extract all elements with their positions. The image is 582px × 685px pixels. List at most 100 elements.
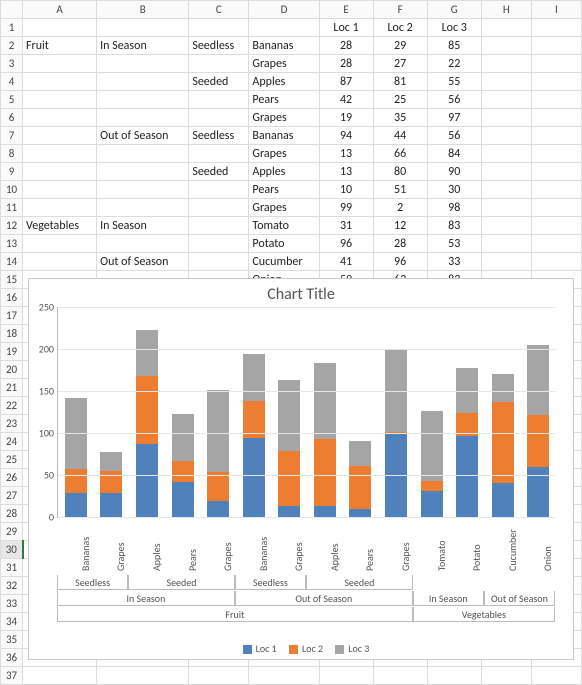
row-header[interactable]: 22 [1, 397, 23, 415]
row-header[interactable]: 29 [1, 523, 23, 541]
cell[interactable]: Loc 2 [373, 19, 427, 37]
cell[interactable]: 97 [427, 109, 481, 127]
cell[interactable] [97, 73, 189, 91]
cell[interactable] [97, 109, 189, 127]
cell[interactable] [481, 163, 531, 181]
cell[interactable]: 90 [427, 163, 481, 181]
column-header[interactable]: A [23, 1, 97, 19]
row-header[interactable]: 25 [1, 451, 23, 469]
row-header[interactable]: 18 [1, 325, 23, 343]
row-header[interactable]: 17 [1, 307, 23, 325]
cell[interactable] [23, 19, 97, 37]
cell[interactable] [481, 253, 531, 271]
cell[interactable]: Out of Season [97, 127, 189, 145]
cell[interactable] [23, 667, 97, 685]
cell[interactable]: 41 [319, 253, 373, 271]
cell[interactable]: 83 [427, 217, 481, 235]
cell[interactable] [97, 181, 189, 199]
cell[interactable] [531, 163, 581, 181]
cell[interactable]: Loc 1 [319, 19, 373, 37]
cell[interactable]: 85 [427, 37, 481, 55]
cell[interactable] [189, 145, 249, 163]
cell[interactable] [189, 235, 249, 253]
row-header[interactable]: 8 [1, 145, 23, 163]
row-header[interactable]: 23 [1, 415, 23, 433]
row[interactable]: 9SeededApples138090 [1, 163, 582, 181]
column-header[interactable]: C [189, 1, 249, 19]
cell[interactable]: In Season [97, 37, 189, 55]
cell[interactable]: Fruit [23, 37, 97, 55]
column-header[interactable]: E [319, 1, 373, 19]
cell[interactable] [481, 667, 531, 685]
cell[interactable] [97, 55, 189, 73]
cell[interactable] [189, 199, 249, 217]
cell[interactable]: Bananas [249, 37, 319, 55]
cell[interactable]: 96 [319, 235, 373, 253]
cell[interactable] [531, 37, 581, 55]
cell[interactable]: 29 [373, 37, 427, 55]
row-header[interactable]: 28 [1, 505, 23, 523]
cell[interactable]: 42 [319, 91, 373, 109]
cell[interactable] [531, 199, 581, 217]
column-header-row[interactable]: ABCDEFGHI [1, 1, 582, 19]
row-header[interactable]: 26 [1, 469, 23, 487]
cell[interactable] [531, 109, 581, 127]
cell[interactable]: 81 [373, 73, 427, 91]
row-header[interactable]: 31 [1, 559, 23, 577]
cell[interactable] [97, 19, 189, 37]
cell[interactable]: Loc 3 [427, 19, 481, 37]
cell[interactable]: 10 [319, 181, 373, 199]
cell[interactable] [97, 235, 189, 253]
cell[interactable]: 2 [373, 199, 427, 217]
cell[interactable]: Out of Season [97, 253, 189, 271]
row-header[interactable]: 35 [1, 631, 23, 649]
cell[interactable]: 13 [319, 163, 373, 181]
cell[interactable]: 55 [427, 73, 481, 91]
cell[interactable] [531, 235, 581, 253]
cell[interactable] [249, 19, 319, 37]
cell[interactable] [531, 91, 581, 109]
cell[interactable]: 84 [427, 145, 481, 163]
cell[interactable] [23, 163, 97, 181]
row-header[interactable]: 32 [1, 577, 23, 595]
cell[interactable]: 87 [319, 73, 373, 91]
row-header[interactable]: 13 [1, 235, 23, 253]
row-header[interactable]: 36 [1, 649, 23, 667]
row-header[interactable]: 15 [1, 271, 23, 289]
row-header[interactable]: 21 [1, 379, 23, 397]
cell[interactable]: 98 [427, 199, 481, 217]
row-header[interactable]: 6 [1, 109, 23, 127]
row-header[interactable]: 16 [1, 289, 23, 307]
row[interactable]: 11Grapes99298 [1, 199, 582, 217]
cell[interactable] [531, 73, 581, 91]
cell[interactable]: Tomato [249, 217, 319, 235]
cell[interactable] [23, 235, 97, 253]
cell[interactable]: Pears [249, 181, 319, 199]
row[interactable]: 5Pears422556 [1, 91, 582, 109]
cell[interactable]: 28 [319, 55, 373, 73]
row-header[interactable]: 14 [1, 253, 23, 271]
cell[interactable] [481, 235, 531, 253]
cell[interactable] [531, 55, 581, 73]
row-header[interactable]: 20 [1, 361, 23, 379]
column-header[interactable]: F [373, 1, 427, 19]
row[interactable]: 14Out of SeasonCucumber419633 [1, 253, 582, 271]
cell[interactable] [97, 145, 189, 163]
cell[interactable] [427, 667, 481, 685]
cell[interactable] [23, 127, 97, 145]
cell[interactable] [481, 19, 531, 37]
cell[interactable]: 30 [427, 181, 481, 199]
cell[interactable] [97, 199, 189, 217]
cell[interactable] [531, 145, 581, 163]
cell[interactable] [97, 667, 189, 685]
row-header[interactable]: 3 [1, 55, 23, 73]
cell[interactable]: 94 [319, 127, 373, 145]
cell[interactable]: 35 [373, 109, 427, 127]
cell[interactable]: 33 [427, 253, 481, 271]
row-header[interactable]: 5 [1, 91, 23, 109]
row[interactable]: 2FruitIn SeasonSeedlessBananas282985 [1, 37, 582, 55]
column-header[interactable]: D [249, 1, 319, 19]
column-header[interactable]: G [427, 1, 481, 19]
cell[interactable]: 99 [319, 199, 373, 217]
cell[interactable]: 25 [373, 91, 427, 109]
